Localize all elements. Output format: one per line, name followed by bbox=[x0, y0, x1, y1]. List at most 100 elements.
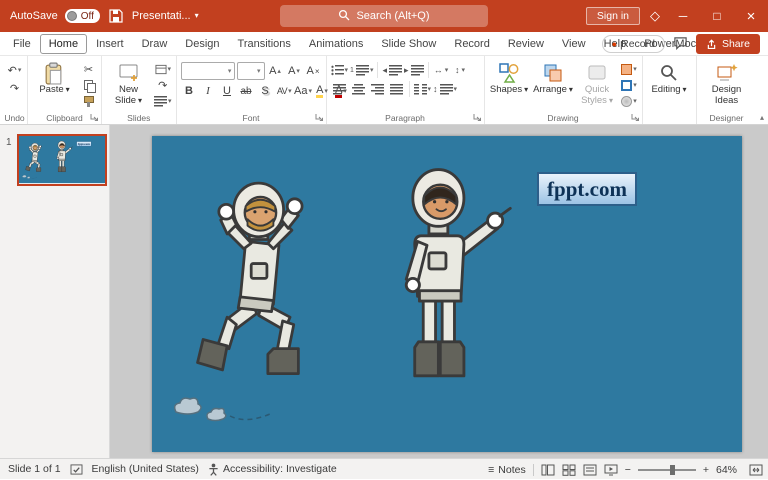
view-slide-sorter-button[interactable] bbox=[562, 464, 576, 476]
font-size-combo[interactable]: ▾ bbox=[237, 62, 264, 80]
view-reading-button[interactable] bbox=[583, 464, 597, 476]
text-shadow-button[interactable]: S bbox=[257, 83, 274, 99]
font-dialog-launcher[interactable] bbox=[315, 113, 324, 122]
menu-tab-file[interactable]: File bbox=[4, 34, 40, 54]
slide-1-surface[interactable]: fppt.com bbox=[19, 136, 107, 183]
paste-button[interactable]: Paste▾ bbox=[32, 59, 77, 109]
cut-button[interactable]: ✂ bbox=[80, 62, 97, 76]
search-box[interactable]: Search (Alt+Q) bbox=[280, 5, 488, 27]
view-slideshow-button[interactable] bbox=[604, 464, 618, 476]
zoom-slider-thumb[interactable] bbox=[670, 465, 675, 475]
maximize-button[interactable]: □ bbox=[700, 0, 734, 32]
slide-1-surface[interactable]: fppt.com bbox=[152, 136, 742, 452]
increase-indent-button[interactable]: ▸ bbox=[404, 62, 424, 78]
editing-icon bbox=[657, 61, 681, 85]
zoom-in-button[interactable]: + bbox=[703, 464, 709, 476]
menu-tab-review[interactable]: Review bbox=[499, 34, 553, 54]
line-spacing-button[interactable]: ↕▾ bbox=[433, 81, 457, 97]
ribbon-group-designer: Design Ideas Designer bbox=[697, 56, 757, 124]
astronaut-pointing-image[interactable] bbox=[52, 140, 73, 177]
align-center-button[interactable] bbox=[350, 81, 367, 97]
minimize-button[interactable]: ─ bbox=[666, 0, 700, 32]
align-right-button[interactable] bbox=[369, 81, 386, 97]
menu-tab-transitions[interactable]: Transitions bbox=[229, 34, 300, 54]
design-ideas-button[interactable]: Design Ideas bbox=[701, 59, 753, 109]
menu-tab-animations[interactable]: Animations bbox=[300, 34, 372, 54]
menu-tab-record[interactable]: Record bbox=[445, 34, 498, 54]
autosave-state: Off bbox=[81, 11, 94, 22]
close-button[interactable]: × bbox=[734, 0, 768, 32]
autosave-toggle[interactable]: Off bbox=[65, 9, 100, 23]
new-slide-button[interactable]: New Slide▾ bbox=[106, 59, 151, 109]
arrange-button[interactable]: Arrange▾ bbox=[533, 59, 574, 109]
sign-in-button[interactable]: Sign in bbox=[586, 7, 640, 25]
shape-effects-button[interactable]: ▾ bbox=[621, 95, 638, 109]
menu-tab-home[interactable]: Home bbox=[40, 34, 87, 54]
menu-tab-design[interactable]: Design bbox=[176, 34, 228, 54]
section-button[interactable]: ▾ bbox=[154, 95, 172, 109]
change-case-button[interactable]: Aa▾ bbox=[295, 83, 312, 99]
menu-tab-insert[interactable]: Insert bbox=[87, 34, 133, 54]
ribbon-group-clipboard: Paste▾ ✂ Clipboard bbox=[28, 56, 102, 124]
menu-tab-draw[interactable]: Draw bbox=[133, 34, 177, 54]
font-name-combo[interactable]: ▾ bbox=[181, 62, 236, 80]
quick-styles-button[interactable]: Quick Styles▾ bbox=[577, 59, 618, 109]
strikethrough-button[interactable]: ab bbox=[238, 83, 255, 99]
zoom-slider[interactable] bbox=[638, 469, 696, 471]
dust-clouds-image[interactable] bbox=[22, 174, 41, 179]
menu-tab-view[interactable]: View bbox=[553, 34, 595, 54]
character-spacing-button[interactable]: AV▾ bbox=[276, 83, 293, 99]
numbering-button[interactable]: 1▾ bbox=[350, 62, 373, 78]
share-button[interactable]: Share bbox=[696, 34, 760, 54]
reset-button[interactable]: ↷ bbox=[154, 78, 172, 92]
align-text-button[interactable]: ↕▾ bbox=[452, 62, 469, 78]
notes-button[interactable]: ≡ Notes bbox=[488, 464, 526, 476]
shrink-font-button[interactable]: A▾ bbox=[286, 63, 303, 79]
fppt-logo[interactable]: fppt.com bbox=[76, 141, 91, 146]
decrease-indent-button[interactable]: ◂ bbox=[382, 62, 402, 78]
language-status[interactable]: English (United States) bbox=[92, 463, 199, 475]
clear-formatting-button[interactable]: A× bbox=[305, 63, 322, 79]
comments-icon[interactable] bbox=[673, 36, 688, 53]
italic-button[interactable]: I bbox=[200, 83, 217, 99]
redo-button[interactable]: ↷ bbox=[6, 80, 23, 96]
clipboard-dialog-launcher[interactable] bbox=[90, 113, 99, 122]
grow-font-button[interactable]: A▴ bbox=[267, 63, 284, 79]
text-direction-button[interactable]: ↔▾ bbox=[433, 62, 450, 78]
copy-button[interactable] bbox=[80, 78, 97, 92]
format-painter-button[interactable] bbox=[80, 95, 97, 109]
premium-diamond-icon[interactable]: ◇ bbox=[650, 8, 660, 24]
underline-button[interactable]: U bbox=[219, 83, 236, 99]
drawing-dialog-launcher[interactable] bbox=[631, 113, 640, 122]
fppt-logo[interactable]: fppt.com bbox=[537, 172, 637, 206]
paragraph-dialog-launcher[interactable] bbox=[473, 113, 482, 122]
shapes-button[interactable]: Shapes▾ bbox=[489, 59, 530, 109]
spell-check-icon[interactable] bbox=[70, 464, 83, 475]
collapse-ribbon-button[interactable]: ▴ bbox=[760, 113, 764, 122]
shape-fill-button[interactable]: ▾ bbox=[621, 62, 638, 76]
astronaut-running-image[interactable] bbox=[25, 141, 47, 177]
notes-icon: ≡ bbox=[488, 464, 494, 476]
undo-button[interactable]: ↶▾ bbox=[6, 62, 23, 78]
view-normal-button[interactable] bbox=[541, 464, 555, 476]
align-left-button[interactable] bbox=[331, 81, 348, 97]
shape-outline-button[interactable]: ▾ bbox=[621, 78, 638, 92]
editing-button[interactable]: Editing▾ bbox=[647, 59, 692, 109]
astronaut-pointing-image[interactable] bbox=[374, 162, 516, 411]
bullets-button[interactable]: ▾ bbox=[331, 62, 349, 78]
astronaut-running-image[interactable] bbox=[192, 170, 340, 411]
zoom-level[interactable]: 64% bbox=[716, 464, 742, 476]
zoom-out-button[interactable]: − bbox=[625, 464, 631, 476]
accessibility-status[interactable]: Accessibility: Investigate bbox=[208, 463, 337, 476]
menu-tab-slide-show[interactable]: Slide Show bbox=[372, 34, 445, 54]
save-icon[interactable] bbox=[107, 7, 125, 25]
columns-button[interactable]: ▾ bbox=[414, 81, 432, 97]
document-title[interactable]: Presentati... ▾ bbox=[132, 10, 199, 22]
justify-button[interactable] bbox=[388, 81, 405, 97]
layout-button[interactable]: ▾ bbox=[154, 62, 172, 76]
record-button[interactable]: ● Record bbox=[602, 35, 665, 53]
bold-button[interactable]: B bbox=[181, 83, 198, 99]
fit-slide-button[interactable] bbox=[749, 464, 763, 476]
dust-clouds-image[interactable] bbox=[170, 392, 300, 427]
slide-1-thumbnail[interactable]: fppt.com bbox=[17, 134, 107, 186]
